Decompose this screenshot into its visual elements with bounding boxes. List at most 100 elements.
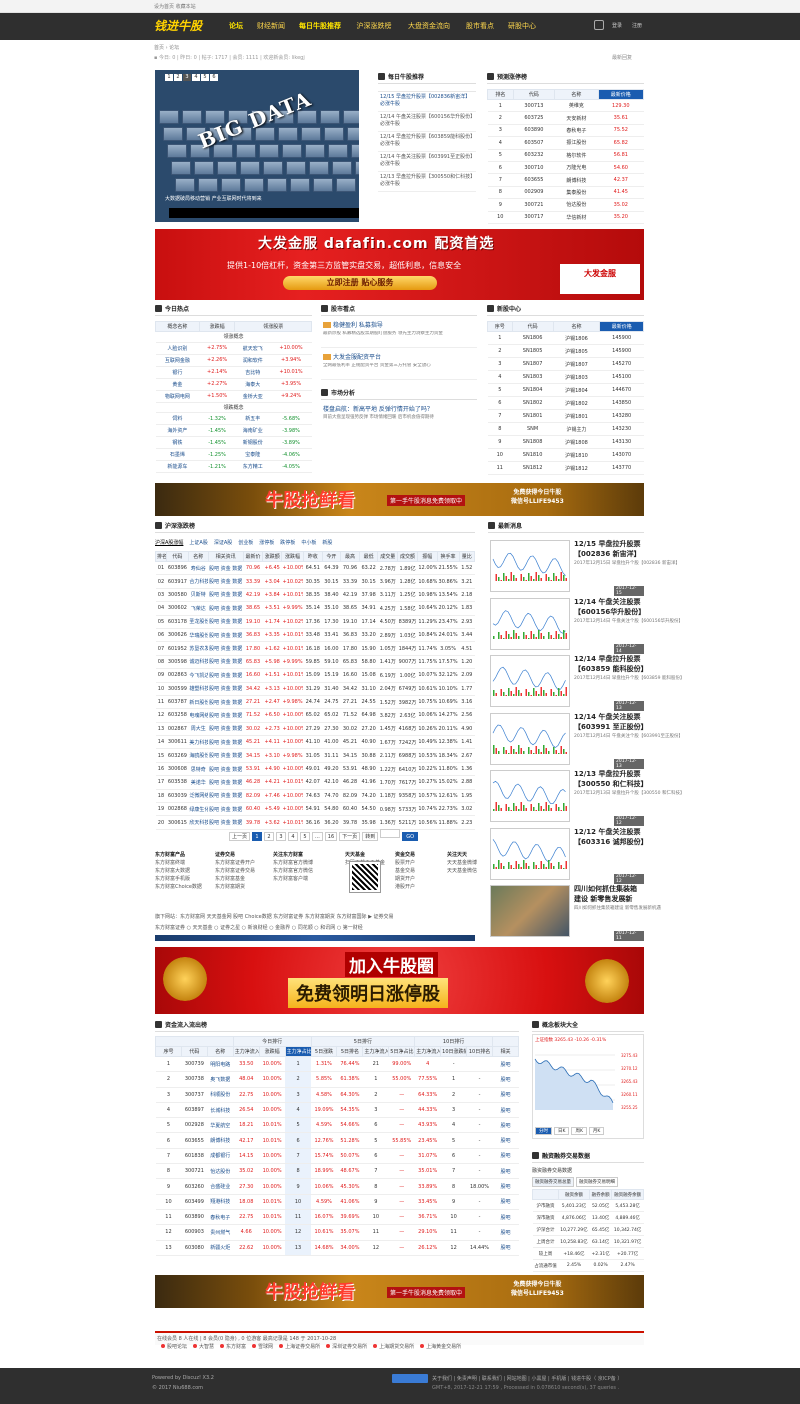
table-cell[interactable]: 成都银行	[207, 1148, 234, 1165]
table-header[interactable]: 最低	[358, 551, 379, 562]
table-row[interactable]: 互联网金融 +2.26% 润和软件 +3.94%	[155, 354, 312, 367]
table-cell[interactable]: 长城科技	[207, 1102, 234, 1119]
table-row[interactable]: 8 002909 集泰股份 41.45	[487, 186, 644, 200]
table-row[interactable]: 沪市融资 5,401.23亿 52.05亿 5,453.28亿	[532, 1199, 644, 1212]
table-cell[interactable]: 新疆火炬	[207, 1240, 234, 1256]
latest-news-item[interactable]: 四川如何抓住集装箱 建设 新零售发展新 四川如何抓住集装箱建设 新零售发展新机遇 20…	[488, 883, 661, 941]
table-cell[interactable]: 新能源车	[155, 460, 200, 473]
partner-row-2[interactable]: 东方财富证券 ○ 天天基金 ○ 证券之星 ○ 新浪财经 ○ 金融界 ○ 同花顺 …	[155, 924, 363, 931]
table-cell[interactable]: 东方精工	[234, 460, 271, 473]
table-row[interactable]: 9 603260 合盛硅业 27.30 10.00% 9 10.06% 45.30% 8—33.…	[155, 1178, 519, 1195]
breadcrumb[interactable]: 首页 › 论坛	[154, 44, 179, 51]
table-row[interactable]: 1 300739 明阳电路 33.50 10.00% 1 1.31% 76.44% 21 99.0…	[155, 1056, 519, 1073]
stockview-item[interactable]: 稳健盈利 私募指导 最新炒股 私募精选股票期股盯盘服务 领先主力洞察主力资金	[321, 316, 477, 348]
table-header[interactable]: 概念名称	[155, 321, 200, 332]
table-cell[interactable]: 饲料	[155, 412, 200, 425]
table-header[interactable]: 相关	[491, 1046, 520, 1057]
table-header[interactable]: 名称	[554, 89, 599, 100]
table-row[interactable]: 5 002928 华夏航空 18.21 10.01% 5 4.59% 54.66% 6—43.9…	[155, 1117, 519, 1134]
table-row[interactable]: 6 603655 朗博科技 42.17 10.01% 6 12.76% 51.28% 5 55.8…	[155, 1132, 519, 1149]
chart-period-button[interactable]: 日K	[554, 1127, 570, 1135]
table-cell[interactable]: 股吧	[492, 1194, 519, 1210]
ranking-tab[interactable]: 新股	[322, 540, 332, 546]
chart-period-button[interactable]: 分时	[535, 1127, 552, 1135]
table-cell[interactable]: 海泰大	[234, 378, 271, 391]
friend-link[interactable]: 上海证券交易所	[285, 1344, 320, 1350]
latest-news-item[interactable]: 12/12 午盘关注股票 【603316 诚邦股份】 2017-12-12	[488, 826, 648, 884]
news-thumbnail[interactable]	[490, 770, 570, 822]
friend-link[interactable]: 东方财富	[226, 1344, 246, 1350]
table-cell[interactable]: 明阳电路	[207, 1056, 234, 1073]
table-cell[interactable]: 海外资产	[155, 424, 200, 437]
table-header[interactable]: 涨跌幅	[198, 321, 236, 332]
table-cell[interactable]: 股吧	[492, 1102, 519, 1119]
table-cell[interactable]: 贝斯特	[188, 588, 209, 603]
table-header[interactable]: 振幅	[416, 551, 438, 562]
niugu-banner-top[interactable]: 牛股抢鲜看 第一手牛股消息免费领取中 免费获得今日牛股 微信号LLIFE9453	[155, 483, 644, 516]
latest-news-item[interactable]: 12/14 早盘拉升股票 【603859 能科股份】 2017年12月14日 早盘拉…	[488, 653, 684, 711]
table-cell[interactable]: 海南矿业	[234, 424, 271, 437]
table-header[interactable]: 10日排名	[466, 1046, 493, 1057]
table-header[interactable]: 代码	[165, 551, 189, 562]
news-thumbnail[interactable]	[490, 827, 570, 880]
table-cell[interactable]: 股吧	[492, 1240, 519, 1256]
news-subtitle[interactable]: 【002836 新宙洋】	[574, 549, 641, 559]
partner-link[interactable]: 基金交易	[395, 867, 415, 875]
table-cell[interactable]: 股吧 资金 数据	[208, 682, 244, 696]
table-row[interactable]: 2 SN1805 沪锡1805 145900	[487, 344, 644, 358]
table-cell[interactable]: 股吧	[492, 1178, 519, 1195]
table-cell[interactable]: 股吧 资金 数据	[208, 789, 244, 804]
news-subtitle[interactable]: 【600156华升股份】	[574, 607, 645, 617]
partner-link[interactable]: 天天基金微博	[447, 859, 477, 867]
table-cell[interactable]: 股吧 资金 数据	[208, 748, 244, 763]
table-header[interactable]: 换手率	[436, 551, 460, 562]
table-cell[interactable]: 股吧 资金 数据	[208, 588, 244, 603]
table-cell[interactable]: 股吧	[492, 1224, 519, 1241]
table-cell[interactable]: 互联网金融	[155, 354, 200, 367]
table-header[interactable]: 代码	[180, 1046, 208, 1057]
market-item-title[interactable]: 楼盘启航：新高平地 反弹行情开始了吗？	[323, 404, 475, 413]
table-cell[interactable]: 合盛硅业	[207, 1178, 234, 1195]
news-subtitle[interactable]: 【603859 能科股份】	[574, 664, 648, 674]
table-cell[interactable]: 苏垦农发	[188, 641, 209, 656]
table-row[interactable]: 09002863今飞凯达股吧 资金 数据16.60+1.51+10.01%15.…	[155, 668, 475, 683]
table-cell[interactable]: 朗博科技	[207, 1132, 234, 1149]
table-row[interactable]: 2 300738 奥飞数据 48.04 10.00% 2 5.85% 61.38% 1 55.00…	[155, 1071, 519, 1088]
partner-link[interactable]: 东方财富大数据	[155, 867, 202, 875]
table-cell[interactable]: 海鸥股份	[188, 748, 209, 763]
slider-caption[interactable]: 大数据破局移动营销 产业互联网时代将到来	[165, 195, 262, 202]
table-row[interactable]: 12 600903 贵州燃气 4.66 10.00% 12 10.61% 35.07% 11—2…	[155, 1224, 519, 1241]
news-title[interactable]: 12/14 早盘拉升股票	[574, 654, 640, 664]
latest-news-item[interactable]: 12/13 早盘拉升股票 【300550 和仁科技】 2017年12月13日 早盘拉…	[488, 768, 684, 826]
table-cell[interactable]: 飞荣达	[188, 601, 209, 616]
pager-next[interactable]: 下一页	[339, 832, 361, 841]
table-cell[interactable]: 人脸识别	[155, 342, 200, 355]
table-cell[interactable]: 股吧 资金 数据	[208, 615, 244, 629]
table-row[interactable]: 深市融资 4,876.06亿 13.40亿 4,889.46亿	[532, 1211, 644, 1224]
table-header[interactable]: 排名	[487, 89, 514, 100]
news-title[interactable]: 12/15 早盘拉升股票	[574, 539, 640, 549]
table-header[interactable]: 成交额	[397, 551, 418, 562]
table-row[interactable]: 04 300602 飞荣达 股吧 资金 数据 38.65 +3.51 +9.99% 35.14…	[155, 601, 475, 616]
table-cell[interactable]: 新五丰	[234, 412, 271, 425]
table-row[interactable]: 4 SN1803 沪锡1803 145100	[487, 370, 644, 384]
table-header[interactable]: 成交量	[377, 551, 399, 562]
ranking-pager[interactable]: 上一页 1 2 3 4 5... 16 下一页 转到 GO	[229, 829, 420, 841]
table-header[interactable]: 排名	[155, 551, 167, 562]
table-cell[interactable]: 股吧 资金 数据	[208, 695, 244, 710]
table-header[interactable]: 主力净流入	[414, 1046, 442, 1057]
nav-item-stockview[interactable]: 股市看点	[462, 13, 498, 40]
table-row[interactable]: 1 SN1806 沪锡1806 145900	[487, 331, 644, 345]
table-row[interactable]: 16300608思特奇股吧 资金 数据53.91+4.90+10.00%49.0…	[155, 762, 475, 777]
table-cell[interactable]: 石墨烯	[155, 448, 200, 461]
table-cell[interactable]: 股吧	[492, 1056, 519, 1073]
news-thumbnail[interactable]	[490, 712, 570, 765]
table-cell[interactable]: 美诺华	[188, 775, 209, 790]
table-row[interactable]: 02603917合力科技股吧 资金 数据33.39+3.04+10.02%30.…	[155, 574, 475, 589]
table-cell[interactable]: 寿仙谷	[188, 561, 209, 576]
table-cell[interactable]: 美力科技	[188, 735, 209, 750]
table-row[interactable]: 19002868绿康生化股吧 资金 数据60.40+5.49+10.00%54.…	[155, 802, 475, 817]
table-row[interactable]: 07601952苏垦农发股吧 资金 数据17.80+1.62+10.01%16.…	[155, 641, 475, 656]
table-header[interactable]: 主力净流入	[232, 1046, 260, 1057]
pager-page[interactable]: 2	[264, 832, 275, 841]
